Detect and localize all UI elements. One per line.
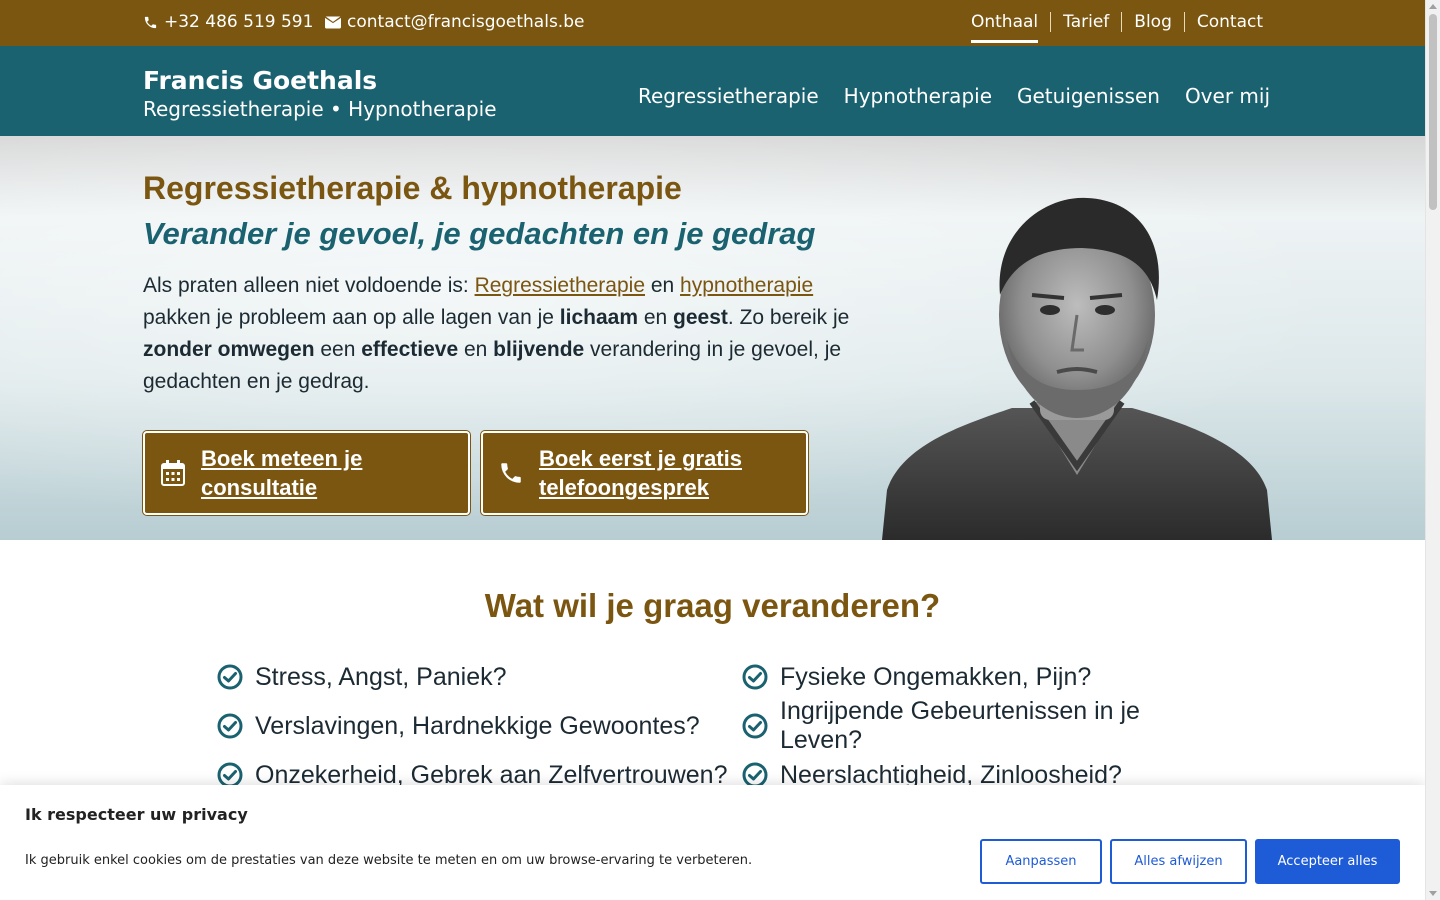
hypnotherapie-link[interactable]: hypnotherapie — [680, 274, 813, 297]
list-item: Stress, Angst, Paniek? — [217, 663, 742, 691]
list-item: Ingrijpende Gebeurtenissen in je Leven? — [742, 697, 1227, 754]
scroll-up-arrow-icon[interactable] — [1429, 4, 1437, 9]
phone-icon — [497, 459, 525, 487]
change-list: Stress, Angst, Paniek? Fysieke Ongemakke… — [217, 663, 1227, 789]
check-circle-icon — [217, 713, 243, 739]
hero-title: Regressietherapie & hypnotherapie — [143, 170, 682, 206]
cookie-banner: Ik respecteer uw privacy Ik gebruik enke… — [0, 785, 1425, 900]
hero-tagline: Verander je gevoel, je gedachten en je g… — [143, 216, 816, 251]
hero-section: Regressietherapie & hypnotherapie Verand… — [0, 136, 1425, 540]
hero-paragraph: Als praten alleen niet voldoende is: Reg… — [143, 274, 850, 393]
check-circle-icon — [742, 664, 768, 690]
therapist-portrait — [882, 197, 1272, 540]
top-nav-contact[interactable]: Contact — [1183, 12, 1275, 32]
email-link[interactable]: contact@francisgoethals.be — [325, 12, 584, 32]
book-consultation-button[interactable]: Boek meteen je consultatie — [143, 431, 470, 515]
phone-number: +32 486 519 591 — [164, 12, 314, 32]
top-bar: +32 486 519 591 contact@francisgoethals.… — [0, 0, 1425, 46]
main-nav-regressietherapie[interactable]: Regressietherapie — [638, 84, 819, 108]
regressietherapie-link[interactable]: Regressietherapie — [475, 274, 645, 297]
top-nav-blog[interactable]: Blog — [1121, 12, 1184, 32]
phone-link[interactable]: +32 486 519 591 — [143, 12, 313, 32]
book-phone-call-label: Boek eerst je gratis telefoongesprek — [539, 446, 742, 500]
scrollbar-thumb[interactable] — [1429, 14, 1437, 210]
cookie-reject-button[interactable]: Alles afwijzen — [1110, 839, 1247, 884]
brand-subtitle: Regressietherapie • Hypnotherapie — [143, 97, 497, 121]
phone-icon — [144, 16, 157, 28]
section-title: Wat wil je graag veranderen? — [484, 587, 941, 624]
list-item: Verslavingen, Hardnekkige Gewoontes? — [217, 712, 742, 740]
check-circle-icon — [217, 664, 243, 690]
envelope-icon — [325, 16, 341, 28]
main-nav: Regressietherapie Hypnotherapie Getuigen… — [638, 84, 1270, 108]
main-nav-getuigenissen[interactable]: Getuigenissen — [1017, 84, 1160, 108]
page-scrollbar[interactable] — [1425, 0, 1440, 900]
cookie-title: Ik respecteer uw privacy — [25, 805, 248, 824]
top-nav: Onthaal Tarief Blog Contact — [970, 12, 1275, 43]
top-nav-tarief[interactable]: Tarief — [1050, 12, 1121, 32]
cookie-customize-button[interactable]: Aanpassen — [980, 839, 1102, 884]
calendar-icon — [159, 459, 187, 487]
brand-name[interactable]: Francis Goethals — [143, 66, 377, 95]
list-item: Fysieke Ongemakken, Pijn? — [742, 663, 1227, 691]
check-circle-icon — [742, 713, 768, 739]
top-nav-onthaal[interactable]: Onthaal — [970, 12, 1050, 43]
cookie-text: Ik gebruik enkel cookies om de prestatie… — [25, 853, 753, 868]
scroll-down-arrow-icon[interactable] — [1429, 891, 1437, 896]
cookie-accept-button[interactable]: Accepteer alles — [1255, 839, 1400, 884]
main-nav-over-mij[interactable]: Over mij — [1185, 84, 1270, 108]
book-phone-call-button[interactable]: Boek eerst je gratis telefoongesprek — [481, 431, 808, 515]
site-header: Francis Goethals Regressietherapie • Hyp… — [0, 46, 1425, 136]
email-address: contact@francisgoethals.be — [347, 12, 585, 32]
book-consultation-label: Boek meteen je consultatie — [201, 446, 363, 500]
main-nav-hypnotherapie[interactable]: Hypnotherapie — [844, 84, 992, 108]
